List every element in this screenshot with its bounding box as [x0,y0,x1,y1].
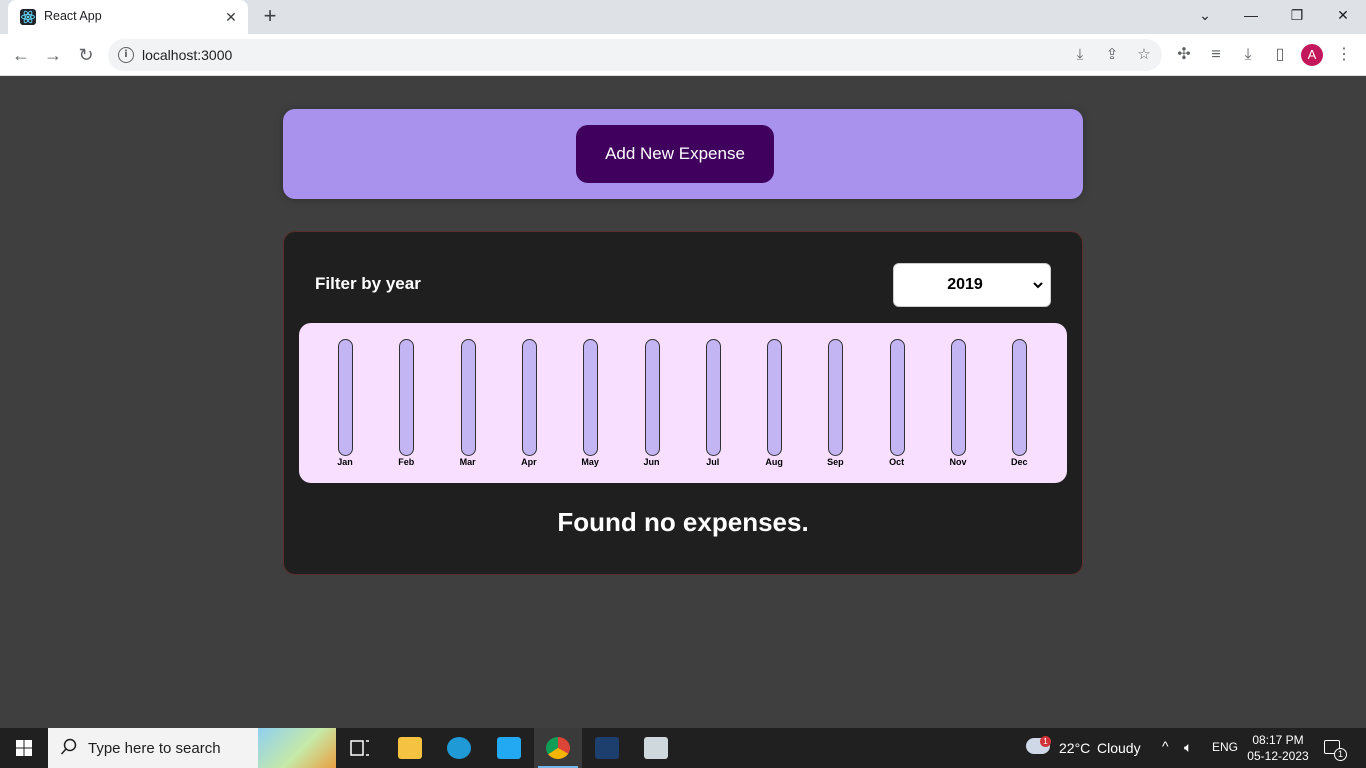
extensions-icon[interactable]: ✣ [1173,45,1195,65]
chart-bar-label: Aug [765,457,783,467]
weather-desc[interactable]: Cloudy [1097,740,1141,756]
chart-bar-track [951,339,966,456]
year-select-value[interactable]: 2019 [894,264,1036,306]
chart-bar-may: May [570,339,610,469]
screenshot-app-icon[interactable] [632,728,680,768]
weather-alert-badge: 1 [1040,736,1051,747]
year-select[interactable]: 2019 [893,263,1051,307]
chart-bar-label: Jun [643,457,660,467]
task-view-icon[interactable] [336,728,384,768]
windows-start-icon[interactable] [0,728,48,768]
back-arrow-icon[interactable]: ← [8,42,34,68]
profile-avatar[interactable]: A [1301,44,1323,66]
search-placeholder[interactable]: Type here to search [88,740,221,757]
chart-bar-label: Sep [827,457,844,467]
bookmark-star-icon[interactable]: ☆ [1134,45,1154,65]
chart-bar-track [889,339,905,456]
chart-bar-track [705,339,721,456]
file-explorer-icon[interactable] [386,728,434,768]
chart-bar-track [338,339,353,456]
chart-bar-label: Mar [459,457,476,467]
site-info-icon[interactable]: i [118,47,134,63]
expenses-chart: Jan Feb Mar Apr May Jun Jul Aug Sep Oct Nov Dec [299,323,1067,483]
chart-bar-label: Dec [1011,457,1028,467]
search-highlight-image [258,728,336,768]
browser-tabstrip: React App ✕ + ⌄ — ❐ ✕ [0,0,1366,34]
volume-icon[interactable]: 🔈︎ [1184,739,1192,756]
chart-bar-track [828,339,844,456]
url-text[interactable]: localhost:3000 [142,47,232,63]
chart-bar-nov: Nov [938,339,978,469]
share-icon[interactable]: ⇪ [1102,45,1122,65]
side-panel-icon[interactable]: ▯ [1269,45,1291,65]
chart-bar-mar: Mar [448,339,488,469]
clock-date: 05-12-2023 [1247,749,1309,763]
chart-bar-oct: Oct [877,339,917,469]
tab-close-icon[interactable]: ✕ [222,8,240,26]
edge-browser-icon[interactable] [435,728,483,768]
notifications-count: 1 [1334,748,1347,761]
chart-bar-track [583,339,599,456]
chrome-menu-icon[interactable]: ⋮ [1333,45,1355,65]
install-app-icon[interactable]: ⤓ [1070,45,1090,65]
window-close-button[interactable]: ✕ [1320,0,1366,30]
vscode-icon[interactable] [485,728,533,768]
chart-bar-track [644,339,660,456]
chart-bar-label: May [581,457,599,467]
new-expense-panel: Add New Expense [283,109,1083,199]
chrome-icon[interactable] [534,728,582,768]
chart-bar-track [460,339,476,456]
restore-button[interactable]: ❐ [1274,0,1320,30]
chart-bar-apr: Apr [509,339,549,469]
chart-bar-label: Jul [706,457,720,467]
reload-icon[interactable]: ↻ [73,42,99,68]
chart-bar-aug: Aug [754,339,794,469]
chart-bar-jun: Jun [632,339,672,469]
chart-bar-track [767,339,783,456]
browser-tab[interactable]: React App ✕ [8,0,248,34]
address-bar[interactable]: i localhost:3000 ⤓ ⇪ ☆ [108,39,1162,71]
expenses-card: Filter by year 2019 Jan Feb Mar Apr May Jun Ju… [283,231,1083,575]
chart-bar-label: Jan [337,457,353,467]
forward-arrow-icon[interactable]: → [40,42,66,68]
chart-bar-dec: Dec [999,339,1039,469]
search-icon [60,738,77,755]
language-indicator[interactable]: ENG [1212,740,1238,754]
filter-label: Filter by year [315,274,421,293]
chart-bar-sep: Sep [815,339,855,469]
minimize-button[interactable]: — [1228,0,1274,30]
chart-bar-label: Apr [521,457,537,467]
windows-taskbar: Type here to search 1 22°C Cloudy ^ 🔈︎ E… [0,728,1366,768]
tab-title: React App [44,9,102,23]
downloads-icon[interactable]: ⤓ [1237,45,1259,65]
app-icon[interactable] [583,728,631,768]
chart-bar-track [521,339,537,456]
weather-temp[interactable]: 22°C [1059,740,1090,756]
empty-expenses-message: Found no expenses. [557,507,809,537]
chart-bar-jan: Jan [325,339,365,469]
reading-list-icon[interactable]: ≡ [1205,45,1227,65]
chart-bar-jul: Jul [693,339,733,469]
chart-bar-track [1012,339,1028,456]
chart-bar-feb: Feb [386,339,426,469]
chart-bar-label: Oct [889,457,905,467]
new-tab-button[interactable]: + [258,5,282,29]
taskbar-search[interactable]: Type here to search [48,728,336,768]
chart-bar-label: Feb [398,457,415,467]
chevron-down-icon [1033,282,1043,289]
browser-toolbar: ← → ↻ i localhost:3000 ⤓ ⇪ ☆ ✣ ≡ ⤓ ▯ A ⋮ [0,34,1366,76]
add-new-expense-button[interactable]: Add New Expense [576,125,774,183]
taskbar-clock[interactable]: 08:17 PM 05-12-2023 [1240,732,1316,764]
tab-search-icon[interactable]: ⌄ [1182,0,1228,30]
react-favicon-icon [20,9,36,25]
chart-bar-label: Nov [949,457,967,467]
clock-time: 08:17 PM [1252,733,1304,747]
tray-chevron-up-icon[interactable]: ^ [1162,738,1169,754]
chart-bar-track [399,339,415,456]
